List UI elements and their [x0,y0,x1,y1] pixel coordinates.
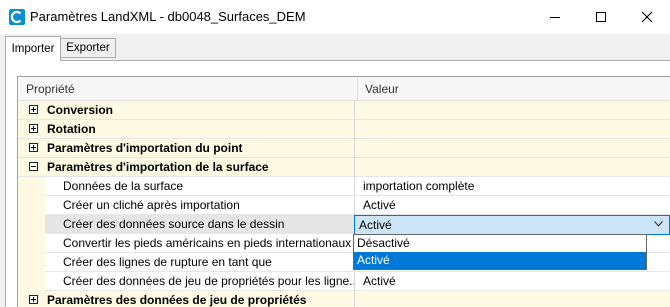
column-header-property[interactable]: Propriété [18,77,358,101]
close-button[interactable] [624,0,670,34]
chevron-down-icon[interactable] [654,221,663,227]
row-gutter [18,272,45,291]
tab-importer[interactable]: Importer [5,36,61,61]
property-label: Créer des lignes de rupture en tant que [45,253,355,272]
property-cell: Conversion [18,101,355,120]
property-grid: Propriété Valeur Conversion Rotation Par… [17,76,670,307]
property-row-property-set-data[interactable]: Créer des données de jeu de propriétés p… [18,272,670,291]
maximize-icon [596,12,606,22]
row-gutter [18,234,45,253]
value-cell [355,291,670,307]
category-label: Paramètres d'importation du point [47,141,243,155]
property-value[interactable]: Activé [355,272,670,291]
category-label: Rotation [47,122,96,136]
dropdown-option-desactive[interactable]: Désactivé [354,235,646,252]
property-cell: Paramètres d'importation du point [18,139,355,158]
value-combobox[interactable]: Activé [354,215,670,235]
property-label: Créer un cliché après importation [45,196,355,215]
value-dropdown-list: Désactivé Activé [353,234,647,270]
value-cell [355,158,670,177]
property-row-create-source-data[interactable]: Créer des données source dans le dessin … [18,215,670,235]
value-cell [355,139,670,158]
category-row-conversion[interactable]: Conversion [18,101,670,120]
column-header-value[interactable]: Valeur [358,77,670,101]
property-cell: Paramètres d'importation de la surface [18,158,355,177]
property-label: Données de la surface [45,177,355,196]
combobox-selected-value: Activé [359,218,392,232]
expand-plus-icon[interactable] [29,105,38,114]
minimize-icon [550,17,560,18]
maximize-button[interactable] [578,0,624,34]
tab-exporter-label: Exporter [66,42,110,54]
category-row-point-import[interactable]: Paramètres d'importation du point [18,139,670,158]
property-cell: Paramètres des données de jeu de proprié… [18,291,355,307]
row-gutter [18,253,45,272]
expand-plus-icon[interactable] [29,295,38,304]
tab-importer-label: Importer [11,43,55,55]
collapse-minus-icon[interactable] [29,162,38,171]
value-cell [355,101,670,120]
dropdown-option-active[interactable]: Activé [354,252,646,269]
category-label: Paramètres des données de jeu de proprié… [47,293,307,307]
value-cell [355,120,670,139]
row-gutter [18,196,45,215]
property-row-create-snapshot[interactable]: Créer un cliché après importation Activé [18,196,670,215]
expand-plus-icon[interactable] [29,143,38,152]
category-label: Paramètres d'importation de la surface [47,160,269,174]
property-label: Créer des données de jeu de propriétés p… [45,272,355,291]
category-row-surface-import[interactable]: Paramètres d'importation de la surface [18,158,670,177]
property-label: Créer des données source dans le dessin [45,215,355,234]
category-row-property-set-params[interactable]: Paramètres des données de jeu de proprié… [18,291,670,307]
title-bar: Paramètres LandXML - db0048_Surfaces_DEM [0,0,670,34]
category-label: Conversion [47,103,114,117]
row-gutter [18,215,45,234]
window-title: Paramètres LandXML - db0048_Surfaces_DEM [30,9,306,24]
property-value[interactable]: Activé [355,196,670,215]
property-cell: Rotation [18,120,355,139]
category-row-rotation[interactable]: Rotation [18,120,670,139]
property-value[interactable]: importation complète [355,177,670,196]
grid-header: Propriété Valeur [18,77,670,101]
minimize-button[interactable] [532,0,578,34]
tab-exporter[interactable]: Exporter [60,38,116,58]
property-label: Convertir les pieds américains en pieds … [45,234,355,253]
row-gutter [18,177,45,196]
expand-plus-icon[interactable] [29,124,38,133]
property-row-surface-data[interactable]: Données de la surface importation complè… [18,177,670,196]
civil3d-app-icon [9,9,25,25]
close-icon [641,11,653,23]
